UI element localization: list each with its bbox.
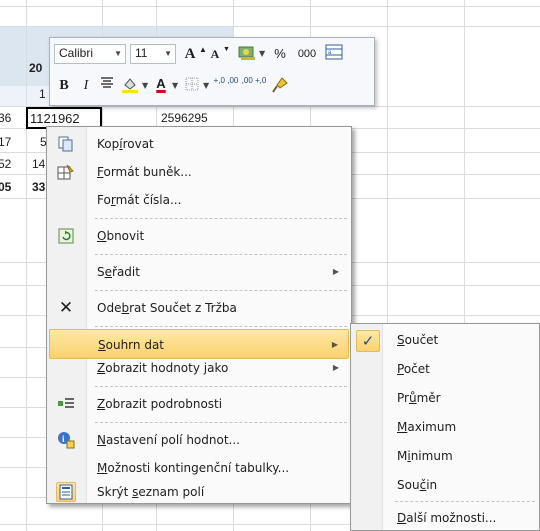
submenu-item-average[interactable]: Průměr	[353, 384, 539, 413]
summarize-by-submenu: ✓ Součet Počet Průměr Maximum Minimum So…	[350, 323, 540, 531]
field-settings-icon: i	[57, 431, 75, 449]
align-center-icon[interactable]	[98, 76, 116, 96]
submenu-arrow-icon: ▶	[332, 267, 339, 276]
cell-value[interactable]: 14	[32, 157, 45, 171]
cell-value[interactable]: 05	[0, 180, 11, 194]
refresh-icon	[57, 227, 75, 245]
chevron-down-icon[interactable]: ▼	[142, 76, 148, 96]
show-details-icon	[57, 395, 75, 413]
copy-icon	[57, 135, 75, 153]
cell-value[interactable]: 17	[0, 135, 11, 149]
submenu-item-min[interactable]: Minimum	[353, 442, 539, 471]
menu-item-number-format[interactable]: Formát čísla...	[49, 185, 349, 215]
cell-value[interactable]: 52	[0, 157, 11, 171]
context-menu: Kopírovat Formát buněk... Formát čísla..…	[46, 126, 352, 504]
submenu-item-label: Maximum	[397, 420, 457, 434]
decrease-decimal-button[interactable]: ,00 +,0	[241, 76, 267, 96]
submenu-item-sum[interactable]: ✓ Součet	[353, 326, 539, 355]
submenu-item-label: Průměr	[397, 391, 441, 405]
submenu-item-label: Počet	[397, 362, 430, 376]
menu-item-hide-field-list[interactable]: Skrýt seznam polí	[49, 477, 349, 507]
font-size-value: 11	[135, 46, 148, 60]
menu-item-format-cells[interactable]: Formát buněk...	[49, 157, 349, 187]
borders-icon[interactable]	[183, 76, 201, 96]
menu-item-label: Formát čísla...	[97, 193, 182, 207]
menu-item-label: Zobrazit hodnoty jako	[97, 361, 229, 375]
shrink-font-button[interactable]: A	[207, 44, 223, 64]
menu-item-label: Skrýt seznam polí	[97, 485, 205, 499]
accounting-format-icon[interactable]	[236, 44, 258, 64]
thousands-button[interactable]: 000	[294, 44, 320, 64]
cell-value[interactable]: 33	[32, 180, 45, 194]
checkmark-icon: ✓	[356, 330, 380, 352]
chevron-down-icon[interactable]: ▼	[259, 44, 265, 64]
cell-value[interactable]: 2596295	[161, 111, 208, 125]
grid-line	[0, 26, 540, 27]
fill-color-icon[interactable]	[120, 76, 140, 96]
submenu-item-label: Minimum	[397, 449, 453, 463]
bold-button[interactable]: B	[56, 76, 72, 96]
merge-cells-icon[interactable]: a	[324, 44, 344, 64]
menu-item-label: Seřadit	[97, 265, 140, 279]
menu-item-show-values-as[interactable]: Zobrazit hodnoty jako ▶	[49, 353, 349, 383]
grow-font-button[interactable]: A	[181, 44, 199, 64]
font-size-box[interactable]: 11 ▼	[130, 44, 176, 64]
format-cells-icon	[57, 163, 75, 181]
menu-separator	[95, 326, 347, 327]
menu-separator	[95, 386, 347, 387]
submenu-item-label: Součet	[397, 333, 439, 347]
menu-item-sort[interactable]: Seřadit ▶	[49, 257, 349, 287]
menu-item-label: Formát buněk...	[97, 165, 192, 179]
percent-button[interactable]: %	[271, 44, 289, 64]
menu-item-show-details[interactable]: Zobrazit podrobnosti	[49, 389, 349, 419]
format-painter-icon[interactable]	[270, 76, 290, 96]
menu-item-value-field-settings[interactable]: i Nastavení polí hodnot...	[49, 425, 349, 455]
menu-separator	[95, 218, 347, 219]
mini-toolbar: Calibri ▼ 11 ▼ A ▲ A ▼ ▼ % 000 a B I ▼ A…	[49, 37, 375, 106]
grid-line	[26, 0, 27, 531]
grow-arrow-icon: ▲	[199, 45, 207, 54]
field-list-icon	[56, 482, 76, 502]
menu-separator	[395, 501, 535, 502]
shrink-arrow-icon: ▼	[223, 46, 230, 53]
mini-toolbar-row-1: Calibri ▼ 11 ▼ A ▲ A ▼ ▼ % 000 a	[50, 41, 374, 71]
menu-item-label: Nastavení polí hodnot...	[97, 433, 240, 447]
menu-separator	[95, 422, 347, 423]
submenu-item-label: Součin	[397, 478, 438, 492]
font-name-box[interactable]: Calibri ▼	[54, 44, 126, 64]
submenu-item-count[interactable]: Počet	[353, 355, 539, 384]
submenu-item-more-options[interactable]: Další možnosti...	[353, 504, 539, 531]
menu-separator	[95, 254, 347, 255]
chevron-down-icon[interactable]: ▼	[114, 44, 122, 64]
chevron-down-icon[interactable]: ▼	[203, 76, 209, 96]
chevron-down-icon[interactable]: ▼	[172, 76, 178, 96]
menu-item-label: Zobrazit podrobnosti	[97, 397, 223, 411]
increase-decimal-button[interactable]: +,0 ,00	[213, 76, 239, 96]
submenu-item-label: Další možnosti...	[397, 511, 497, 525]
submenu-item-max[interactable]: Maximum	[353, 413, 539, 442]
submenu-item-product[interactable]: Součin	[353, 471, 539, 500]
cell-value[interactable]: 20	[29, 61, 42, 75]
submenu-arrow-icon: ▶	[332, 363, 339, 372]
menu-item-label: Obnovit	[97, 229, 145, 243]
menu-item-copy[interactable]: Kopírovat	[49, 129, 349, 159]
cell-value[interactable]: 36	[0, 111, 11, 125]
menu-item-refresh[interactable]: Obnovit	[49, 221, 349, 251]
grid-line	[0, 6, 540, 7]
menu-item-remove-field[interactable]: ✕ Odebrat Součet z Tržba	[49, 293, 349, 323]
menu-item-label: Odebrat Součet z Tržba	[97, 301, 237, 315]
font-name-value: Calibri	[59, 46, 94, 60]
remove-icon: ✕	[58, 298, 74, 318]
menu-separator	[95, 290, 347, 291]
menu-item-label: Kopírovat	[97, 137, 154, 151]
chevron-down-icon[interactable]: ▼	[164, 44, 172, 64]
mini-toolbar-row-2: B I ▼ A ▼ ▼ +,0 ,00 ,00 +,0	[50, 73, 374, 103]
cell-value[interactable]: 1	[39, 87, 46, 101]
font-color-button[interactable]: A	[153, 74, 169, 94]
italic-button[interactable]: I	[79, 76, 93, 96]
